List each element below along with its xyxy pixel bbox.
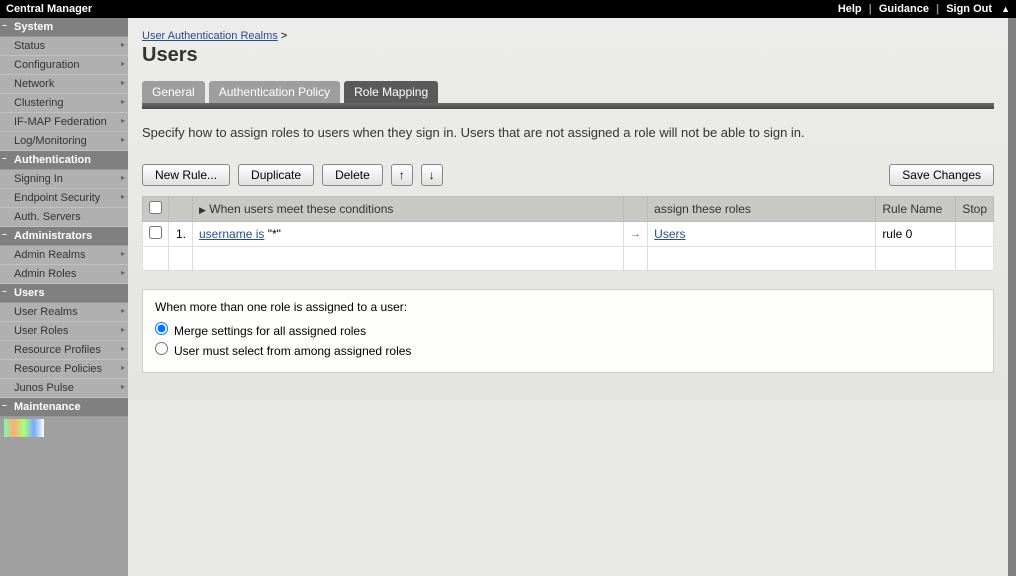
top-links: Help | Guidance | Sign Out ▲ xyxy=(836,3,1010,15)
rule-name-header: Rule Name xyxy=(876,197,956,222)
tab-role-mapping[interactable]: Role Mapping xyxy=(344,81,438,103)
sidebar-item-junospulse[interactable]: Junos Pulse▸ xyxy=(0,379,128,398)
new-rule-button[interactable]: New Rule... xyxy=(142,164,230,186)
sidebar-item-respolicies[interactable]: Resource Policies▸ xyxy=(0,360,128,379)
sidebar-section-auth[interactable]: −Authentication xyxy=(0,151,128,170)
sidebar-section-admins[interactable]: −Administrators xyxy=(0,227,128,246)
scrollbar[interactable] xyxy=(1008,18,1015,576)
conditions-header: ▶ When users meet these conditions xyxy=(193,197,624,222)
save-changes-button[interactable]: Save Changes xyxy=(889,164,994,186)
app-title: Central Manager xyxy=(6,3,92,15)
move-up-button[interactable]: ↑ xyxy=(391,164,413,186)
select-option[interactable]: User must select from among assigned rol… xyxy=(155,342,981,358)
row-checkbox[interactable] xyxy=(149,226,162,239)
sidebar-item-resprofiles[interactable]: Resource Profiles▸ xyxy=(0,341,128,360)
sidebar-item-userrealms[interactable]: User Realms▸ xyxy=(0,303,128,322)
sidebar-item-configuration[interactable]: Configuration▸ xyxy=(0,56,128,75)
select-all-checkbox[interactable] xyxy=(149,201,162,214)
table-row-empty xyxy=(143,247,994,271)
role-assignment-section: When more than one role is assigned to a… xyxy=(142,289,994,373)
guidance-link[interactable]: Guidance xyxy=(879,3,929,15)
select-all-header[interactable] xyxy=(143,197,169,222)
rules-table: ▶ When users meet these conditions assig… xyxy=(142,196,994,271)
sidebar-item-signingin[interactable]: Signing In▸ xyxy=(0,170,128,189)
row-rule-name: rule 0 xyxy=(876,222,956,247)
sidebar-item-status[interactable]: Status▸ xyxy=(0,37,128,56)
breadcrumb: User Authentication Realms > xyxy=(142,30,994,42)
sidebar-section-system[interactable]: −System xyxy=(0,18,128,37)
sidebar-item-network[interactable]: Network▸ xyxy=(0,75,128,94)
sidebar-logo xyxy=(4,419,44,437)
page-title: Users xyxy=(142,44,994,67)
sidebar-item-endpoint[interactable]: Endpoint Security▸ xyxy=(0,189,128,208)
row-assign: Users xyxy=(648,222,876,247)
help-link[interactable]: Help xyxy=(838,3,862,15)
sidebar-section-maint[interactable]: −Maintenance xyxy=(0,398,128,417)
tab-auth-policy[interactable]: Authentication Policy xyxy=(209,81,340,103)
duplicate-button[interactable]: Duplicate xyxy=(238,164,314,186)
row-condition: username is "*" xyxy=(193,222,624,247)
top-bar: Central Manager Help | Guidance | Sign O… xyxy=(0,0,1016,18)
sidebar-item-logmon[interactable]: Log/Monitoring▸ xyxy=(0,132,128,151)
row-number: 1. xyxy=(169,222,193,247)
sidebar: −System Status▸ Configuration▸ Network▸ … xyxy=(0,18,128,576)
merge-radio[interactable] xyxy=(155,322,168,335)
sidebar-item-userroles[interactable]: User Roles▸ xyxy=(0,322,128,341)
role-assign-question: When more than one role is assigned to a… xyxy=(155,300,981,314)
tabs: General Authentication Policy Role Mappi… xyxy=(142,81,994,103)
select-radio[interactable] xyxy=(155,342,168,355)
collapse-icon[interactable]: ▲ xyxy=(1001,4,1010,14)
breadcrumb-link[interactable]: User Authentication Realms xyxy=(142,30,278,42)
stop-header: Stop xyxy=(956,197,994,222)
sidebar-item-adminroles[interactable]: Admin Roles▸ xyxy=(0,265,128,284)
row-stop xyxy=(956,222,994,247)
assigned-role-link[interactable]: Users xyxy=(654,227,685,241)
tab-general[interactable]: General xyxy=(142,81,205,103)
sidebar-item-ifmap[interactable]: IF-MAP Federation▸ xyxy=(0,113,128,132)
main-panel: User Authentication Realms > Users Gener… xyxy=(128,18,1016,576)
sidebar-item-adminrealms[interactable]: Admin Realms▸ xyxy=(0,246,128,265)
arrow-icon: → xyxy=(624,222,648,247)
assign-roles-header: assign these roles xyxy=(648,197,876,222)
table-row: 1. username is "*" → Users rule 0 xyxy=(143,222,994,247)
delete-button[interactable]: Delete xyxy=(322,164,383,186)
instructions: Specify how to assign roles to users whe… xyxy=(142,125,994,140)
signout-link[interactable]: Sign Out xyxy=(946,3,992,15)
order-header xyxy=(169,197,193,222)
sidebar-section-users[interactable]: −Users xyxy=(0,284,128,303)
toolbar: New Rule... Duplicate Delete ↑ ↓ Save Ch… xyxy=(142,164,994,186)
sidebar-item-authservers[interactable]: Auth. Servers xyxy=(0,208,128,227)
move-down-button[interactable]: ↓ xyxy=(421,164,443,186)
merge-option[interactable]: Merge settings for all assigned roles xyxy=(155,322,981,338)
tab-strip xyxy=(142,103,994,109)
sidebar-item-clustering[interactable]: Clustering▸ xyxy=(0,94,128,113)
condition-link[interactable]: username is xyxy=(199,227,264,241)
